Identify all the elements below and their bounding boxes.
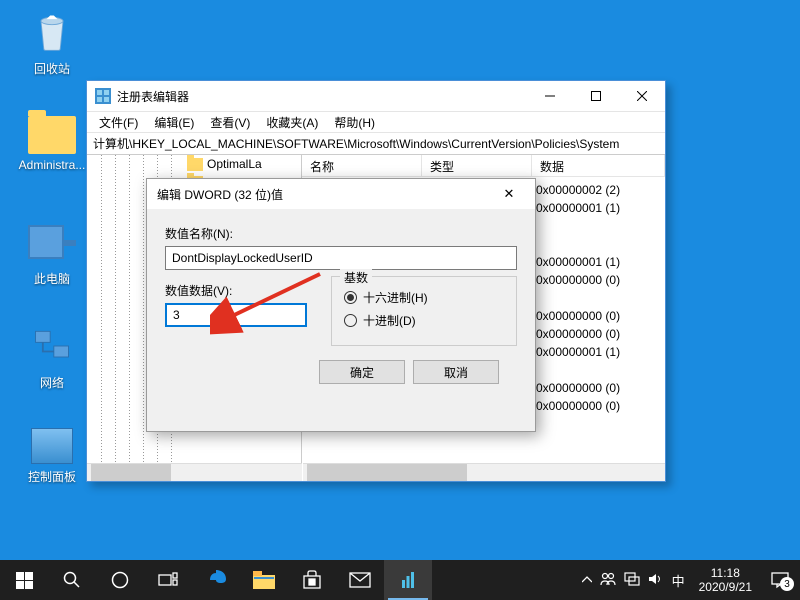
desktop-label: 此电脑 bbox=[14, 270, 90, 287]
desktop-admin-folder[interactable]: Administra... bbox=[14, 110, 90, 172]
desktop-label: 回收站 bbox=[14, 60, 90, 77]
tray-ime[interactable]: 中 bbox=[672, 571, 685, 590]
tray-people-icon[interactable] bbox=[600, 572, 616, 589]
dialog-close-button[interactable]: ✕ bbox=[493, 186, 525, 202]
list-header: 名称 类型 数据 bbox=[302, 155, 665, 177]
desktop-this-pc[interactable]: 此电脑 bbox=[14, 218, 90, 287]
radio-dec[interactable]: 十进制(D) bbox=[344, 312, 504, 329]
value-data-input[interactable] bbox=[165, 303, 307, 327]
notif-badge: 3 bbox=[780, 577, 794, 591]
folder-icon bbox=[28, 116, 76, 154]
menu-bar: 文件(F) 编辑(E) 查看(V) 收藏夹(A) 帮助(H) bbox=[87, 111, 665, 133]
desktop-label: 网络 bbox=[14, 374, 90, 391]
tray-network-icon[interactable] bbox=[624, 572, 640, 589]
cortana-button[interactable] bbox=[96, 560, 144, 600]
regedit-icon bbox=[95, 88, 111, 104]
desktop-label: 控制面板 bbox=[14, 468, 90, 485]
menu-fav[interactable]: 收藏夹(A) bbox=[258, 114, 326, 131]
value-data-label: 数值数据(V): bbox=[165, 282, 307, 299]
recycle-bin-icon bbox=[28, 8, 76, 56]
ok-button[interactable]: 确定 bbox=[319, 360, 405, 384]
store-icon[interactable] bbox=[288, 560, 336, 600]
desktop-label: Administra... bbox=[14, 158, 90, 172]
address-bar[interactable]: 计算机\HKEY_LOCAL_MACHINE\SOFTWARE\Microsof… bbox=[87, 133, 665, 155]
list-scrollbar[interactable] bbox=[303, 463, 665, 481]
edit-dword-dialog: 编辑 DWORD (32 位)值 ✕ 数值名称(N): 数值数据(V): 基数 … bbox=[146, 178, 536, 432]
col-type[interactable]: 类型 bbox=[422, 155, 532, 176]
cancel-button[interactable]: 取消 bbox=[413, 360, 499, 384]
col-name[interactable]: 名称 bbox=[302, 155, 422, 176]
pc-icon bbox=[28, 218, 76, 266]
value-name-input[interactable] bbox=[165, 246, 517, 270]
minimize-button[interactable] bbox=[527, 81, 573, 111]
tray-volume-icon[interactable] bbox=[648, 572, 664, 589]
folder-icon bbox=[187, 158, 203, 171]
search-button[interactable] bbox=[48, 560, 96, 600]
value-name-label: 数值名称(N): bbox=[165, 225, 517, 242]
taskbar-clock[interactable]: 11:18 2020/9/21 bbox=[691, 566, 760, 595]
action-center-button[interactable]: 3 bbox=[760, 571, 800, 589]
tray-chevron-icon[interactable] bbox=[582, 573, 592, 587]
taskview-button[interactable] bbox=[144, 560, 192, 600]
menu-help[interactable]: 帮助(H) bbox=[326, 114, 383, 131]
edge-icon[interactable] bbox=[192, 560, 240, 600]
titlebar[interactable]: 注册表编辑器 bbox=[87, 81, 665, 111]
explorer-icon[interactable] bbox=[240, 560, 288, 600]
taskbar: 中 11:18 2020/9/21 3 bbox=[0, 560, 800, 600]
taskbar-app-active[interactable] bbox=[384, 560, 432, 600]
window-title: 注册表编辑器 bbox=[117, 88, 527, 105]
start-button[interactable] bbox=[0, 560, 48, 600]
col-data[interactable]: 数据 bbox=[532, 155, 665, 176]
menu-file[interactable]: 文件(F) bbox=[91, 114, 146, 131]
network-icon bbox=[28, 322, 76, 370]
maximize-button[interactable] bbox=[573, 81, 619, 111]
menu-view[interactable]: 查看(V) bbox=[202, 114, 258, 131]
dialog-title: 编辑 DWORD (32 位)值 bbox=[157, 186, 493, 203]
close-button[interactable] bbox=[619, 81, 665, 111]
control-panel-icon bbox=[31, 428, 73, 464]
tree-scrollbar[interactable] bbox=[87, 463, 302, 481]
desktop-recycle-bin[interactable]: 回收站 bbox=[14, 8, 90, 77]
desktop-control-panel[interactable]: 控制面板 bbox=[14, 422, 90, 485]
radio-hex[interactable]: 十六进制(H) bbox=[344, 289, 504, 306]
menu-edit[interactable]: 编辑(E) bbox=[146, 114, 202, 131]
desktop-network[interactable]: 网络 bbox=[14, 322, 90, 391]
radix-group: 基数 十六进制(H) 十进制(D) bbox=[331, 276, 517, 346]
radix-legend: 基数 bbox=[340, 269, 372, 286]
mail-icon[interactable] bbox=[336, 560, 384, 600]
